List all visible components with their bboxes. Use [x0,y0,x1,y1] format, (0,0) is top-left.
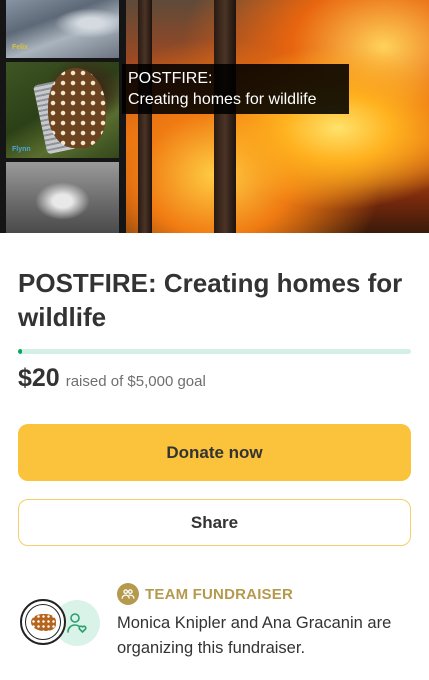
campaign-title: POSTFIRE: Creating homes for wildlife [18,268,403,332]
progress-bar-fill [18,349,22,354]
tree-trunk [214,0,236,233]
thumbnail-felix: Felix [6,0,119,58]
quoll-logo-icon [31,614,56,631]
organizer-description: Monica Knipler and Ana Gracanin are orga… [117,614,392,657]
thumbnail-camera-trap [6,162,119,233]
progress-bar [18,349,411,354]
tree-trunk [138,0,152,233]
thumbnail-label: Flynn [12,146,31,153]
raised-goal-text: raised of $5,000 goal [65,373,206,390]
team-icon [117,583,139,605]
bushfire-image [126,0,429,233]
organizer-avatars[interactable] [20,599,100,647]
quoll-image [48,68,106,148]
share-button[interactable]: Share [18,499,411,546]
organizer-logo-avatar[interactable] [20,599,66,645]
hero-caption-line: POSTFIRE: [128,70,213,87]
thumbnail-flynn: Flynn [6,62,119,158]
team-fundraiser-badge: TEAM FUNDRAISER [117,583,293,605]
raised-amount: $20 [18,364,60,392]
hero-caption-line: Creating homes for wildlife [128,91,317,108]
donate-now-button[interactable]: Donate now [18,424,411,481]
thumbnail-label: Felix [12,44,28,51]
raised-summary: $20 raised of $5,000 goal [18,364,206,393]
campaign-hero-image: Felix Flynn POSTFIRE: Creating homes for… [0,0,429,233]
hero-caption: POSTFIRE: Creating homes for wildlife [122,64,349,114]
team-fundraiser-label: TEAM FUNDRAISER [145,585,293,603]
